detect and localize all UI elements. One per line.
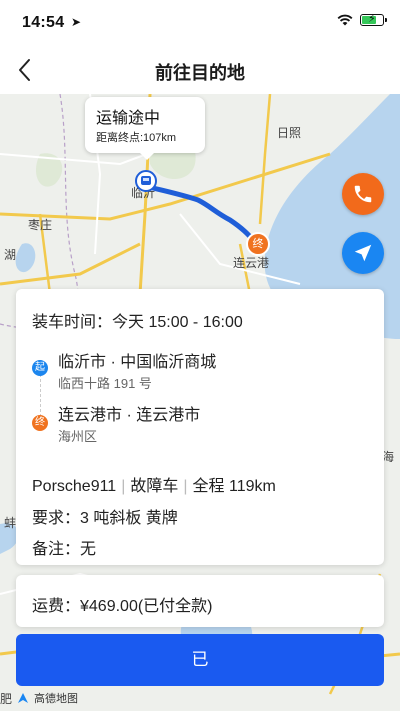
map-attribution: 肥 高德地图 xyxy=(0,688,78,708)
requirement: 要求：3 吨斜板 黄牌 xyxy=(32,510,178,527)
truck-marker-icon xyxy=(135,170,157,192)
map-label-rizhao: 日照 xyxy=(277,126,302,140)
order-info-card: 装车时间：今天 15:00 - 16:00 起 临沂市 · 中国临沂商城 临西十… xyxy=(16,289,384,565)
vehicle-info: Porsche911 | 故障车 | 全程 119km xyxy=(32,478,276,495)
amap-logo: 高德地图 xyxy=(34,693,79,705)
fee-text: 运费：¥469.00(已付全款) xyxy=(32,598,213,615)
distance-to-destination: 距离终点:107km xyxy=(96,132,177,144)
destination-marker: 终 xyxy=(246,232,270,256)
fee-card: 运费：¥469.00(已付全款) xyxy=(16,575,384,627)
transport-status: 运输途中 xyxy=(96,110,161,127)
phone-icon xyxy=(354,185,372,203)
map-label-lianyungang: 连云港 xyxy=(233,256,270,270)
trip-distance: 全程 119km xyxy=(192,478,276,495)
navigation-arrow-icon: ➤ xyxy=(71,15,82,29)
amap-logo-icon xyxy=(18,693,29,703)
destination-badge: 终 xyxy=(32,415,48,431)
nav-bar: 前往目的地 xyxy=(0,46,400,94)
origin-badge: 起 xyxy=(32,360,48,376)
page-title: 前往目的地 xyxy=(155,63,245,83)
vehicle-model: Porsche911 xyxy=(32,478,117,495)
map-label-bang: 蚌 xyxy=(4,516,17,530)
locate-button[interactable] xyxy=(342,232,384,274)
route-connector xyxy=(40,369,41,417)
vehicle-type: 故障车 xyxy=(130,478,179,495)
remark: 备注：无 xyxy=(32,541,97,558)
destination-title: 连云港市 · 连云港市 xyxy=(58,407,201,424)
origin-detail: 临西十路 191 号 xyxy=(58,376,152,391)
status-time: 14:54 xyxy=(22,14,65,31)
map-label-fei: 肥 xyxy=(0,691,13,706)
call-button[interactable] xyxy=(342,173,384,215)
status-icons: ⚡ xyxy=(337,13,387,26)
origin-title: 临沂市 · 中国临沂商城 xyxy=(58,354,217,371)
transport-status-bubble: 运输途中 距离终点:107km xyxy=(85,97,205,160)
load-time: 装车时间：今天 15:00 - 16:00 xyxy=(32,314,243,331)
battery-charging-icon: ⚡ xyxy=(360,13,387,26)
status-bar: 14:54 ➤ ⚡ xyxy=(0,0,400,46)
destination-detail: 海州区 xyxy=(58,429,98,444)
map-label-zaozhuang: 枣庄 xyxy=(28,218,53,232)
locate-arrow-icon xyxy=(354,244,372,262)
primary-action-button[interactable]: 已 xyxy=(16,634,384,686)
wifi-icon xyxy=(337,14,353,26)
map-label-hu: 湖 xyxy=(4,248,17,262)
